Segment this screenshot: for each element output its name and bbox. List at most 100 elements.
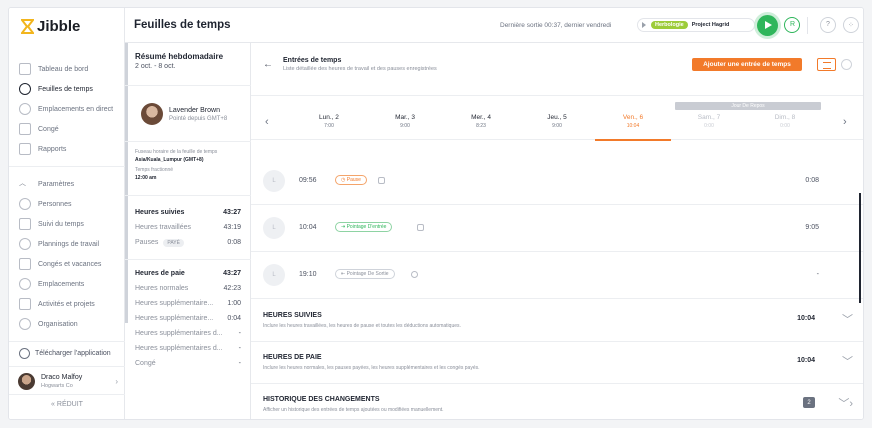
download-icon bbox=[19, 348, 30, 359]
logo-text: Jibble bbox=[37, 18, 81, 35]
active-day-indicator bbox=[595, 139, 671, 141]
day-tab[interactable]: Dim., 8 0:00 bbox=[747, 114, 823, 129]
entries-scrollbar[interactable] bbox=[859, 193, 861, 303]
jibble-logo-icon bbox=[21, 19, 34, 34]
breaks-row: Pauses PAYÉ 0:08 bbox=[135, 236, 241, 249]
chevron-down-icon[interactable]: ﹀ bbox=[842, 353, 853, 369]
history-icon[interactable] bbox=[411, 271, 418, 278]
user-menu[interactable]: Draco Malfoy Hogwarts Co › bbox=[18, 373, 118, 390]
day-tab[interactable]: Mar., 3 9:00 bbox=[367, 114, 443, 129]
sidebar-item-locations[interactable]: Emplacements bbox=[9, 274, 125, 294]
grid-icon[interactable]: ⁘ bbox=[843, 17, 859, 33]
chevron-down-icon[interactable]: ﹀› bbox=[838, 395, 853, 411]
row-label: Heures travaillées bbox=[135, 224, 192, 231]
row-label: Heures supplémentaires d... bbox=[135, 330, 223, 337]
sidebar-item-dashboard[interactable]: Tableau de bord bbox=[9, 59, 125, 79]
day-hours: 0:00 bbox=[780, 123, 790, 129]
payroll-row: Congé - bbox=[135, 357, 241, 370]
sidebar-item-holidays[interactable]: Congés et vacances bbox=[9, 254, 125, 274]
sidebar-item-label: Congé bbox=[38, 125, 59, 133]
change-history-section[interactable]: HISTORIQUE DES CHANGEMENTS Afficher un h… bbox=[251, 384, 863, 419]
sidebar-item-timesheets[interactable]: Feuilles de temps bbox=[9, 79, 125, 99]
info-icon[interactable] bbox=[841, 59, 852, 70]
row-label: Heures supplémentaire... bbox=[135, 315, 214, 322]
entry-duration: 0:08 bbox=[805, 177, 819, 184]
section-description: Afficher un historique des entrées de te… bbox=[263, 407, 444, 413]
collapse-sidebar-button[interactable]: « RÉDUIT bbox=[9, 401, 125, 408]
tracked-hours-section[interactable]: HEURES SUIVIES Inclure les heures travai… bbox=[251, 300, 863, 342]
avatar: L bbox=[263, 170, 285, 192]
day-tab[interactable]: Mer., 4 8:23 bbox=[443, 114, 519, 129]
entry-type-break: ◷ Pause bbox=[335, 175, 367, 185]
clock-in-selector[interactable]: Herbologie Project Hagrid bbox=[637, 18, 755, 32]
sidebar-item-organization[interactable]: Organisation bbox=[9, 314, 125, 334]
day-label: Dim., 8 bbox=[774, 114, 796, 121]
entries-subtitle: Liste détaillée des heures de travail et… bbox=[283, 66, 437, 72]
sidebar-item-label: Tableau de bord bbox=[38, 65, 89, 73]
entry-type-label: Pointage De Sortie bbox=[346, 271, 389, 277]
time-entry-row[interactable]: L 10:04 ⇥ Pointage D'entrée 9:05 bbox=[251, 205, 863, 252]
row-label: Pauses bbox=[135, 239, 159, 246]
entry-type-label: Pause bbox=[346, 177, 361, 183]
day-hours: 7:00 bbox=[324, 123, 334, 129]
sidebar-item-live-locations[interactable]: Emplacements en direct bbox=[9, 99, 125, 119]
settings-nav: ︿ Paramètres Personnes Suivi du temps Pl… bbox=[9, 174, 125, 334]
time-entry-row[interactable]: L 19:10 ⇤ Pointage De Sortie - bbox=[251, 252, 863, 299]
clock-in-button[interactable] bbox=[757, 15, 778, 36]
entries-title: Entrées de temps bbox=[283, 57, 342, 64]
day-selector: ‹ Jour De Repos Lun., 2 7:00 Mar., 3 9:0… bbox=[251, 95, 863, 141]
change-count-badge: 2 bbox=[803, 397, 815, 408]
payroll-row: Heures supplémentaire... 0:04 bbox=[135, 312, 241, 325]
row-value: - bbox=[238, 360, 241, 367]
add-time-entry-button[interactable]: Ajouter une entrée de temps bbox=[692, 58, 802, 71]
sidebar-item-people[interactable]: Personnes bbox=[9, 194, 125, 214]
chevron-down-icon[interactable]: ﹀ bbox=[842, 311, 853, 327]
header-divider bbox=[807, 17, 808, 34]
timezone-info: Fuseau horaire de la feuille de temps As… bbox=[135, 148, 217, 182]
employee-card[interactable]: Lavender Brown Pointé depuis GMT+8 bbox=[141, 103, 227, 125]
user-name: Draco Malfoy bbox=[41, 374, 83, 381]
day-tab[interactable]: Jeu., 5 9:00 bbox=[519, 114, 595, 129]
day-tab-active[interactable]: Ven., 6 10:04 bbox=[595, 114, 671, 129]
chevron-left-icon[interactable]: ‹ bbox=[265, 116, 269, 128]
sidebar-item-work-schedules[interactable]: Plannings de travail bbox=[9, 234, 125, 254]
project-name: Project Hagrid bbox=[691, 22, 730, 28]
payroll-hours-section[interactable]: HEURES DE PAIE Inclure les heures normal… bbox=[251, 342, 863, 384]
day-tab[interactable]: Lun., 2 7:00 bbox=[291, 114, 367, 129]
summary-date-range: 2 oct. - 8 oct. bbox=[135, 63, 176, 70]
sidebar-item-settings[interactable]: ︿ Paramètres bbox=[9, 174, 125, 194]
row-value: 43:27 bbox=[223, 270, 241, 277]
note-icon[interactable] bbox=[417, 224, 424, 231]
sidebar-item-time-tracking[interactable]: Suivi du temps bbox=[9, 214, 125, 234]
note-icon[interactable] bbox=[378, 177, 385, 184]
pin-icon bbox=[19, 278, 31, 290]
gear-icon bbox=[19, 318, 31, 330]
time-tracking-icon bbox=[19, 218, 31, 230]
avatar bbox=[141, 103, 163, 125]
time-entry-row[interactable]: L 09:56 ◷ Pause 0:08 bbox=[251, 158, 863, 205]
sidebar-item-reports[interactable]: Rapports bbox=[9, 139, 125, 159]
app-window: Jibble Tableau de bord Feuilles de temps… bbox=[8, 7, 864, 420]
day-tab[interactable]: Sam., 7 0:00 bbox=[671, 114, 747, 129]
back-arrow-icon[interactable]: ← bbox=[263, 59, 273, 70]
question-icon[interactable]: ? bbox=[820, 17, 836, 33]
entry-duration: 9:05 bbox=[805, 224, 819, 231]
sidebar-item-leave[interactable]: Congé bbox=[9, 119, 125, 139]
row-label: Heures normales bbox=[135, 285, 189, 292]
list-view-icon[interactable] bbox=[817, 58, 836, 71]
payroll-hours-row: Heures de paie 43:27 bbox=[135, 267, 241, 280]
section-value: 10:04 bbox=[797, 357, 815, 364]
sidebar-item-activities[interactable]: Activités et projets bbox=[9, 294, 125, 314]
employee-timezone: Pointé depuis GMT+8 bbox=[169, 115, 228, 122]
row-label: Congé bbox=[135, 360, 156, 367]
user-status-icon[interactable]: R bbox=[784, 17, 800, 33]
entry-type-label: Pointage D'entrée bbox=[346, 224, 387, 230]
logo[interactable]: Jibble bbox=[21, 18, 80, 35]
row-label: Heures supplémentaires d... bbox=[135, 345, 223, 352]
sidebar-divider bbox=[9, 394, 125, 395]
chevron-right-icon[interactable]: › bbox=[843, 116, 847, 128]
activity-tag: Herbologie bbox=[651, 21, 688, 29]
download-app-link[interactable]: Télécharger l'application bbox=[19, 348, 111, 359]
section-description: Inclure les heures travaillées, les heur… bbox=[263, 323, 461, 329]
row-label: Heures supplémentaire... bbox=[135, 300, 214, 307]
